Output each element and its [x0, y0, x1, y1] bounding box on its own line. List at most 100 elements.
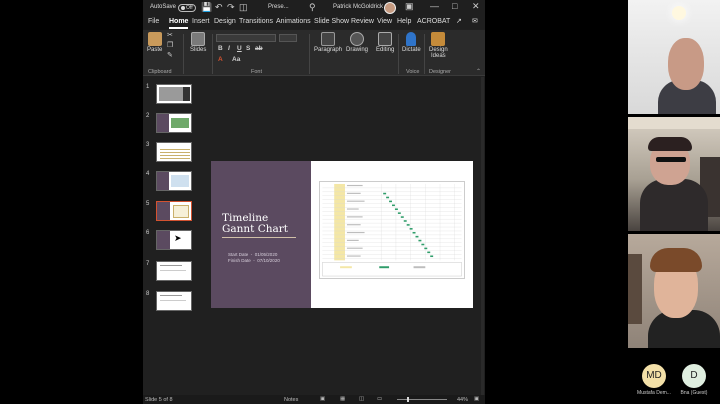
tab-slide-show[interactable]: Slide Show — [314, 18, 349, 25]
person-body — [640, 179, 708, 231]
slide-thumbnail-6[interactable]: ➤ — [156, 230, 192, 250]
clipboard-group-label: Clipboard — [148, 69, 172, 75]
shadow-button[interactable]: S — [246, 45, 250, 52]
fit-slide-icon[interactable]: ▣ — [474, 396, 479, 402]
participant-video-3[interactable] — [628, 234, 720, 348]
tab-review[interactable]: Review — [351, 18, 374, 25]
participant-name-md: Mustafa Dem... — [637, 390, 671, 396]
slide-thumbnail-1[interactable] — [156, 84, 192, 104]
paste-label: Paste — [147, 47, 163, 53]
thumbnail-number: 5 — [146, 201, 150, 207]
strikethrough-button[interactable]: ab — [255, 45, 263, 52]
menu-bar: File Home Insert Design Transitions Anim… — [143, 17, 485, 29]
slide-title-panel: Timeline Gannt Chart Start Date - 01/05/… — [211, 161, 311, 308]
comment-icon[interactable]: ✉ — [472, 17, 478, 25]
thumbnail-image — [183, 87, 190, 101]
tab-help[interactable]: Help — [397, 18, 411, 25]
tab-acrobat[interactable]: ACROBAT — [417, 18, 450, 25]
slide-thumbnail-3[interactable] — [156, 142, 192, 162]
title-underline — [222, 237, 296, 238]
zoom-level: 44% — [457, 397, 469, 403]
collapse-ribbon-icon[interactable]: ⌃ — [476, 68, 481, 75]
cut-icon[interactable]: ✂ — [167, 31, 173, 39]
slide-thumbnail-2[interactable] — [156, 113, 192, 133]
paragraph-button[interactable]: Paragraph — [314, 32, 342, 53]
slide-sorter-icon[interactable]: ▦ — [340, 396, 345, 402]
participant-video-2[interactable] — [628, 117, 720, 231]
slide-thumbnail-8[interactable] — [156, 291, 192, 311]
paste-button[interactable]: Paste — [147, 32, 162, 53]
tab-design[interactable]: Design — [214, 18, 236, 25]
present-icon[interactable]: ◫ — [239, 2, 248, 13]
start-date-value: 01/05/2020 — [254, 252, 278, 257]
participant-avatar-md[interactable]: MD — [642, 364, 666, 388]
clipboard-icon — [147, 32, 162, 46]
thumbnail-number: 8 — [146, 291, 150, 297]
designer-group-label: Designer — [429, 69, 452, 75]
thumbnail-number: 1 — [146, 84, 150, 90]
tab-insert[interactable]: Insert — [192, 18, 210, 25]
zoom-slider-handle[interactable] — [407, 397, 409, 402]
shelf — [628, 254, 642, 324]
person-head — [668, 38, 704, 90]
save-icon[interactable]: 💾 — [201, 2, 212, 13]
tab-view[interactable]: View — [377, 18, 392, 25]
zoom-slider[interactable] — [397, 399, 447, 400]
tab-home[interactable]: Home — [169, 18, 189, 29]
vertical-scrollbar[interactable] — [481, 77, 484, 395]
editing-button[interactable]: Editing — [376, 32, 394, 53]
slideshow-icon[interactable]: ▭ — [377, 396, 382, 402]
tab-animations[interactable]: Animations — [276, 18, 311, 25]
reading-view-icon[interactable]: ◫ — [359, 396, 364, 402]
format-painter-icon[interactable]: ✎ — [167, 51, 173, 59]
normal-view-icon[interactable]: ▣ — [320, 396, 325, 402]
slide-thumbnail-5[interactable] — [156, 201, 192, 221]
italic-button[interactable]: I — [228, 45, 230, 52]
divider — [212, 34, 213, 74]
change-case-button[interactable]: Aa — [232, 56, 240, 63]
font-size-input[interactable] — [279, 34, 297, 42]
participant-video-1[interactable] — [628, 0, 720, 114]
undo-icon[interactable]: ↶ — [215, 2, 223, 13]
copy-icon[interactable]: ❐ — [167, 41, 173, 49]
thumbnail-number: 6 — [146, 230, 150, 236]
avatar[interactable] — [384, 2, 396, 14]
thumbnail-panel — [157, 231, 170, 249]
new-slide-icon — [191, 32, 206, 46]
person-hair — [648, 137, 692, 151]
tab-transitions[interactable]: Transitions — [239, 18, 273, 25]
slides-button[interactable]: Slides — [190, 32, 206, 53]
maximize-button[interactable]: □ — [452, 1, 457, 11]
divider — [183, 34, 184, 74]
underline-button[interactable]: U — [237, 45, 242, 52]
close-button[interactable]: ✕ — [472, 1, 480, 12]
redo-icon[interactable]: ↷ — [227, 2, 235, 13]
glasses — [656, 157, 686, 162]
autosave-label: AutoSave — [150, 4, 177, 10]
drawing-button[interactable]: Drawing — [346, 32, 368, 53]
minimize-button[interactable]: — — [430, 1, 439, 11]
dictate-button[interactable]: Dictate — [402, 32, 421, 53]
status-bar: Slide 5 of 8 Notes ▣ ▦ ◫ ▭ 44% ▣ — [143, 395, 485, 404]
editing-label: Editing — [376, 47, 395, 53]
slide-thumbnail-7[interactable] — [156, 261, 192, 281]
slide-thumbnails: 1 2 3 4 5 6 ➤ 7 8 — [143, 77, 201, 395]
tab-file[interactable]: File — [148, 18, 159, 25]
user-name: Patrick McGoldrick — [333, 4, 384, 10]
slide-counter: Slide 5 of 8 — [145, 397, 173, 403]
ribbon-display-icon[interactable]: ▣ — [405, 1, 414, 12]
design-ideas-button[interactable]: Design Ideas — [429, 32, 448, 59]
slide-thumbnail-4[interactable] — [156, 171, 192, 191]
design-ideas-icon — [431, 32, 446, 46]
finish-date-label: Finish Date — [228, 258, 251, 263]
participant-avatar-d[interactable]: D — [682, 364, 706, 388]
autosave-toggle[interactable]: Off — [178, 4, 196, 12]
notes-button[interactable]: Notes — [284, 397, 298, 403]
slide-canvas[interactable]: Timeline Gannt Chart Start Date - 01/05/… — [211, 161, 473, 308]
share-icon[interactable]: ↗ — [456, 17, 462, 25]
font-name-input[interactable] — [216, 34, 276, 42]
font-color-icon[interactable]: A — [218, 56, 223, 63]
search-icon[interactable]: ⚲ — [309, 2, 316, 13]
thumbnail-line — [160, 295, 182, 296]
bold-button[interactable]: B — [218, 45, 223, 52]
